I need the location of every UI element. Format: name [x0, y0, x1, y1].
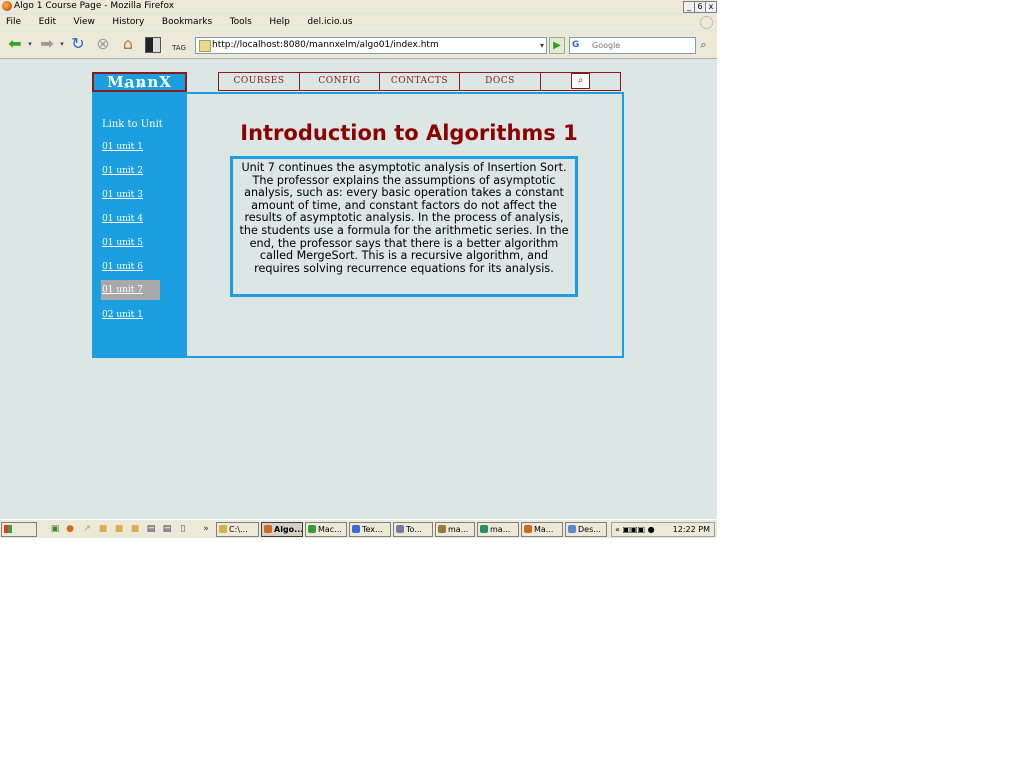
page-favicon-icon [199, 40, 211, 52]
sidebar-item-01-unit-1[interactable]: 01 unit 1 [102, 140, 143, 154]
window-title-bar: Algo 1 Course Page - Mozilla Firefox _ 6… [0, 0, 717, 13]
site-search-icon[interactable]: ⌕ [571, 73, 590, 89]
url-dropdown-icon[interactable]: ▾ [540, 38, 544, 53]
sidebar-item-01-unit-4[interactable]: 01 unit 4 [102, 212, 143, 226]
nav-docs[interactable]: DOCS [460, 73, 541, 90]
menu-delicious[interactable]: del.icio.us [307, 14, 352, 30]
folder-icon [219, 525, 227, 533]
navigation-toolbar: ⬅ ▾ ➡ ▾ ↻ ⊗ ⌂ TAG http://localhost:8080/… [0, 31, 717, 59]
home-icon[interactable]: ⌂ [118, 35, 138, 53]
menu-tools[interactable]: Tools [230, 14, 252, 30]
taskbar: start ▣ ● ↗ ■ ■ ■ ▤ ▤ ▯ » C:\... Algo...… [0, 519, 717, 538]
forward-arrow-icon[interactable]: ➡ [36, 35, 58, 53]
task-label: Ma... [534, 525, 554, 534]
page-title: Introduction to Algorithms 1 [240, 121, 578, 145]
quicklaunch-folder2-icon[interactable]: ■ [114, 524, 124, 534]
window-title: Algo 1 Course Page - Mozilla Firefox [14, 1, 175, 11]
task-label: Des... [578, 525, 601, 534]
menu-history[interactable]: History [112, 14, 144, 30]
quicklaunch-arrow-icon[interactable]: ↗ [82, 524, 92, 534]
task-explorer[interactable]: C:\... [216, 522, 259, 537]
search-engine-icon[interactable]: G [572, 39, 579, 51]
windows-flag-icon [4, 525, 12, 533]
search-input[interactable] [592, 39, 690, 51]
sidebar-title: Link to Unit [102, 119, 163, 130]
site-nav: COURSES CONFIG CONTACTS DOCS ⌕ [218, 72, 621, 91]
app-icon [480, 525, 488, 533]
tag-icon[interactable]: TAG [169, 35, 189, 53]
quicklaunch-window2-icon[interactable]: ▤ [162, 524, 172, 534]
sidebar-item-01-unit-5[interactable]: 01 unit 5 [102, 236, 143, 250]
task-mac[interactable]: Mac... [305, 522, 347, 537]
quicklaunch-desktop-icon[interactable]: ▣ [50, 524, 60, 534]
task-text[interactable]: Tex... [349, 522, 391, 537]
stop-icon[interactable]: ⊗ [93, 35, 113, 53]
menu-bookmarks[interactable]: Bookmarks [162, 14, 212, 30]
quicklaunch-folder3-icon[interactable]: ■ [130, 524, 140, 534]
task-label: Algo... [274, 525, 303, 534]
app-icon [308, 525, 316, 533]
firefox-icon [524, 525, 532, 533]
quicklaunch-firefox-icon[interactable]: ● [65, 524, 75, 534]
close-button[interactable]: x [705, 1, 717, 13]
menu-bar: File Edit View History Bookmarks Tools H… [0, 14, 717, 30]
menu-edit[interactable]: Edit [39, 14, 56, 30]
sidebar-item-01-unit-2[interactable]: 01 unit 2 [102, 164, 143, 178]
task-label: To... [406, 525, 422, 534]
task-to[interactable]: To... [393, 522, 433, 537]
start-button[interactable]: start [1, 522, 37, 537]
content-frame: Link to Unit 01 unit 1 01 unit 2 01 unit… [92, 92, 624, 358]
url-text: http://localhost:8080/mannxelm/algo01/in… [212, 40, 439, 50]
unit-description: Unit 7 continues the asymptotic analysis… [230, 156, 578, 297]
quicklaunch-window-icon[interactable]: ▤ [146, 524, 156, 534]
url-bar[interactable]: http://localhost:8080/mannxelm/algo01/in… [195, 37, 547, 54]
sidebar-item-01-unit-7[interactable]: 01 unit 7 [101, 280, 160, 300]
tray-icons[interactable]: « ▣▣▣ ● [615, 523, 655, 536]
menu-help[interactable]: Help [269, 14, 290, 30]
unit-sidebar: Link to Unit 01 unit 1 01 unit 2 01 unit… [94, 94, 187, 356]
task-des[interactable]: Des... [565, 522, 607, 537]
search-magnifier-icon[interactable]: ⌕ [696, 37, 711, 52]
nav-contacts[interactable]: CONTACTS [380, 73, 460, 90]
system-tray: « ▣▣▣ ● 12:22 PM [611, 522, 715, 537]
nav-config[interactable]: CONFIG [300, 73, 380, 90]
sidebar-item-01-unit-6[interactable]: 01 unit 6 [102, 260, 143, 274]
nav-courses[interactable]: COURSES [219, 73, 300, 90]
task-label: C:\... [229, 525, 248, 534]
task-ma-2[interactable]: ma... [477, 522, 519, 537]
back-arrow-icon[interactable]: ⬅ [4, 35, 26, 53]
screengrab-icon[interactable] [144, 35, 162, 53]
search-bar[interactable]: G [569, 37, 696, 54]
clock: 12:22 PM [672, 525, 710, 534]
menu-file[interactable]: File [6, 14, 21, 30]
site-logo[interactable]: MannX ELM [92, 72, 187, 92]
quicklaunch-folder-icon[interactable]: ■ [98, 524, 108, 534]
sidebar-item-01-unit-3[interactable]: 01 unit 3 [102, 188, 143, 202]
logo-subtext: ELM [124, 82, 145, 90]
go-arrow-icon[interactable]: ▶ [549, 37, 565, 54]
firefox-icon [264, 525, 272, 533]
task-label: Mac... [318, 525, 342, 534]
task-ma-1[interactable]: ma... [435, 522, 475, 537]
reload-icon[interactable]: ↻ [68, 35, 88, 53]
task-firefox-active[interactable]: Algo... [261, 522, 303, 537]
app-icon [568, 525, 576, 533]
screen: Algo 1 Course Page - Mozilla Firefox _ 6… [0, 0, 717, 538]
forward-dropdown-icon[interactable]: ▾ [58, 35, 66, 53]
sidebar-item-02-unit-1[interactable]: 02 unit 1 [102, 308, 143, 322]
task-label: Tex... [362, 525, 383, 534]
task-label: ma... [448, 525, 469, 534]
app-icon [352, 525, 360, 533]
quicklaunch-more-icon[interactable]: » [201, 524, 211, 534]
back-dropdown-icon[interactable]: ▾ [26, 35, 34, 53]
app-icon [396, 525, 404, 533]
app-icon [438, 525, 446, 533]
firefox-icon [2, 1, 12, 11]
throbber-icon [700, 16, 713, 29]
task-ma-3[interactable]: Ma... [521, 522, 563, 537]
menu-view[interactable]: View [74, 14, 95, 30]
task-label: ma... [490, 525, 511, 534]
web-page: MannX ELM COURSES CONFIG CONTACTS DOCS ⌕… [0, 59, 717, 519]
quicklaunch-doc-icon[interactable]: ▯ [178, 524, 188, 534]
